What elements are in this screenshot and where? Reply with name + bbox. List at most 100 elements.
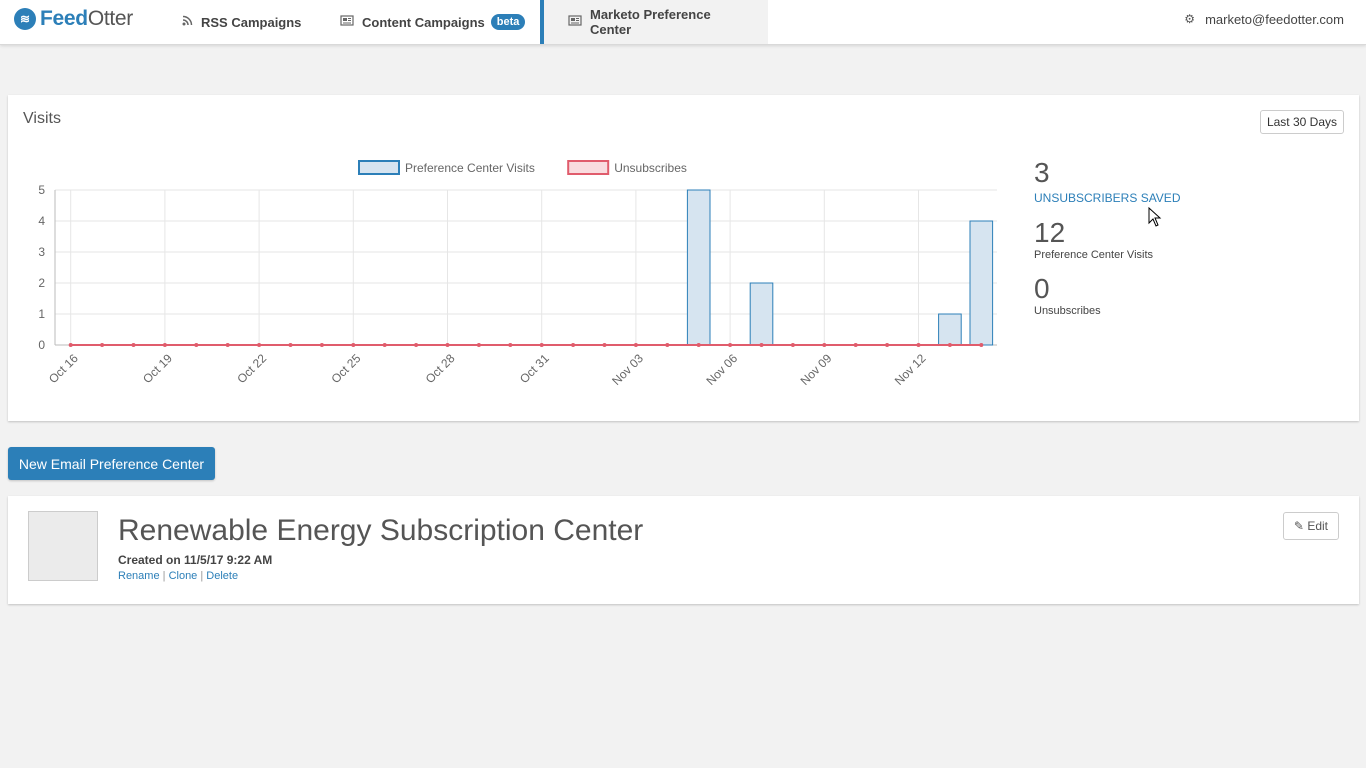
feedotter-logo[interactable]: ≋ FeedOtter	[14, 7, 133, 31]
visits-panel: Visits Last 30 Days Preference Center Vi…	[8, 95, 1359, 421]
center-name: Renewable Energy Subscription Center	[118, 514, 644, 547]
nav-rss-label: RSS Campaigns	[201, 14, 302, 30]
x-tick-label: Nov 09	[798, 351, 835, 388]
unsubscribes-point	[602, 343, 607, 347]
legend-swatch	[567, 160, 610, 175]
bar	[686, 189, 711, 346]
bar	[969, 220, 994, 346]
edit-label: Edit	[1307, 519, 1328, 533]
x-tick-label: Oct 16	[46, 351, 81, 386]
x-tick-label: Nov 12	[892, 351, 929, 388]
legend-label: Unsubscribes	[614, 161, 687, 175]
x-tick-label: Oct 28	[423, 351, 458, 386]
unsubscribes-point	[759, 343, 764, 347]
rename-link[interactable]: Rename	[118, 570, 160, 582]
bar	[938, 313, 962, 346]
visits-title: Visits	[23, 110, 61, 127]
x-tick-label: Nov 03	[609, 351, 646, 388]
stats-column: 3 UNSUBSCRIBERS SAVED 12 Preference Cent…	[1034, 157, 1334, 317]
y-tick-label: 0	[38, 338, 45, 352]
x-tick-label: Oct 25	[329, 351, 364, 386]
unsubscribes-point	[979, 343, 984, 347]
rss-icon	[182, 15, 193, 29]
unsubscribes-point	[571, 343, 576, 347]
center-created-date: Created on 11/5/17 9:22 AM	[118, 553, 273, 567]
nav-marketo-label: Marketo Preference Center	[590, 7, 711, 37]
clone-link[interactable]: Clone	[169, 570, 198, 582]
unsubscribes-point	[790, 343, 795, 347]
unsubscribes-point	[288, 343, 293, 347]
pencil-icon: ✎	[1293, 519, 1304, 533]
unsubscribes-point	[194, 343, 199, 347]
stat-unsubscribes-label: Unsubscribes	[1034, 305, 1101, 317]
newspaper-icon	[568, 15, 582, 29]
mouse-cursor-icon	[1148, 207, 1162, 227]
nav-marketo-preference-center[interactable]: Marketo Preference Center	[540, 0, 768, 44]
stat-saved-value: 3	[1034, 157, 1050, 188]
preference-center-card: Renewable Energy Subscription Center Cre…	[8, 496, 1359, 604]
unsubscribes-point	[100, 343, 105, 347]
unsubscribes-point	[916, 343, 921, 347]
unsubscribes-point	[885, 343, 890, 347]
bar	[749, 282, 774, 346]
center-actions: Rename | Clone | Delete	[118, 570, 238, 582]
center-thumbnail[interactable]	[28, 511, 98, 581]
unsubscribes-point	[445, 343, 450, 347]
unsubscribes-point	[822, 343, 827, 347]
logo-text: FeedOtter	[40, 7, 134, 30]
y-tick-label: 1	[38, 307, 45, 321]
y-tick-label: 5	[38, 183, 45, 197]
user-email: marketo@feedotter.com	[1205, 11, 1344, 27]
unsubscribes-point	[947, 343, 952, 347]
link-separator: |	[162, 570, 166, 582]
stat-unsubscribes-value: 0	[1034, 273, 1050, 304]
date-range-button[interactable]: Last 30 Days	[1259, 110, 1344, 134]
top-navbar: ≋ FeedOtter RSS Campaigns Content Campai…	[0, 0, 1366, 45]
unsubscribes-point	[68, 343, 73, 347]
delete-link[interactable]: Delete	[206, 570, 238, 582]
x-tick-label: Nov 06	[703, 351, 740, 388]
unsubscribes-point	[351, 343, 356, 347]
y-tick-label: 2	[38, 276, 45, 290]
unsubscribes-point	[696, 343, 701, 347]
nav-content-campaigns[interactable]: Content Campaigns beta	[322, 0, 543, 44]
unsubscribes-point	[476, 343, 481, 347]
stat-visits: 12 Preference Center Visits	[1034, 217, 1334, 261]
unsubscribes-point	[225, 343, 230, 347]
y-tick-label: 3	[38, 245, 45, 259]
unsubscribes-point	[319, 343, 324, 347]
y-tick-label: 4	[38, 214, 45, 228]
unsubscribes-point	[162, 343, 167, 347]
waves-icon: ≋	[14, 8, 36, 30]
x-tick-label: Oct 31	[517, 351, 552, 386]
unsubscribes-point	[257, 343, 262, 347]
unsubscribes-point	[382, 343, 387, 347]
link-separator: |	[200, 570, 204, 582]
visits-chart: Preference Center Visits Unsubscribes 0 1 2 3…	[38, 160, 997, 388]
nav-content-label: Content Campaigns	[362, 14, 485, 30]
user-menu[interactable]: ⚙ marketo@feedotter.com	[1184, 0, 1344, 38]
x-tick-label: Oct 19	[140, 351, 175, 386]
unsubscribes-point	[728, 343, 733, 347]
stat-unsubscribes: 0 Unsubscribes	[1034, 273, 1334, 317]
unsubscribers-saved-link[interactable]: UNSUBSCRIBERS SAVED	[1034, 191, 1180, 205]
legend-label: Preference Center Visits	[405, 161, 535, 175]
unsubscribes-point	[853, 343, 858, 347]
beta-badge: beta	[490, 14, 526, 30]
unsubscribes-point	[539, 343, 544, 347]
stat-saved: 3 UNSUBSCRIBERS SAVED	[1034, 157, 1334, 207]
gear-icon: ⚙	[1184, 12, 1196, 26]
edit-button[interactable]: ✎ Edit	[1282, 512, 1339, 540]
unsubscribes-point	[665, 343, 670, 347]
unsubscribes-point	[414, 343, 419, 347]
unsubscribes-point	[508, 343, 513, 347]
new-email-preference-center-button[interactable]: New Email Preference Center	[8, 447, 215, 480]
x-tick-label: Oct 22	[234, 351, 269, 386]
nav-rss-campaigns[interactable]: RSS Campaigns	[164, 0, 319, 44]
legend-swatch	[358, 160, 400, 175]
stat-visits-value: 12	[1034, 217, 1066, 248]
unsubscribes-point	[633, 343, 638, 347]
newspaper-icon	[340, 15, 354, 29]
stat-visits-label: Preference Center Visits	[1034, 249, 1154, 261]
unsubscribes-point	[131, 343, 136, 347]
